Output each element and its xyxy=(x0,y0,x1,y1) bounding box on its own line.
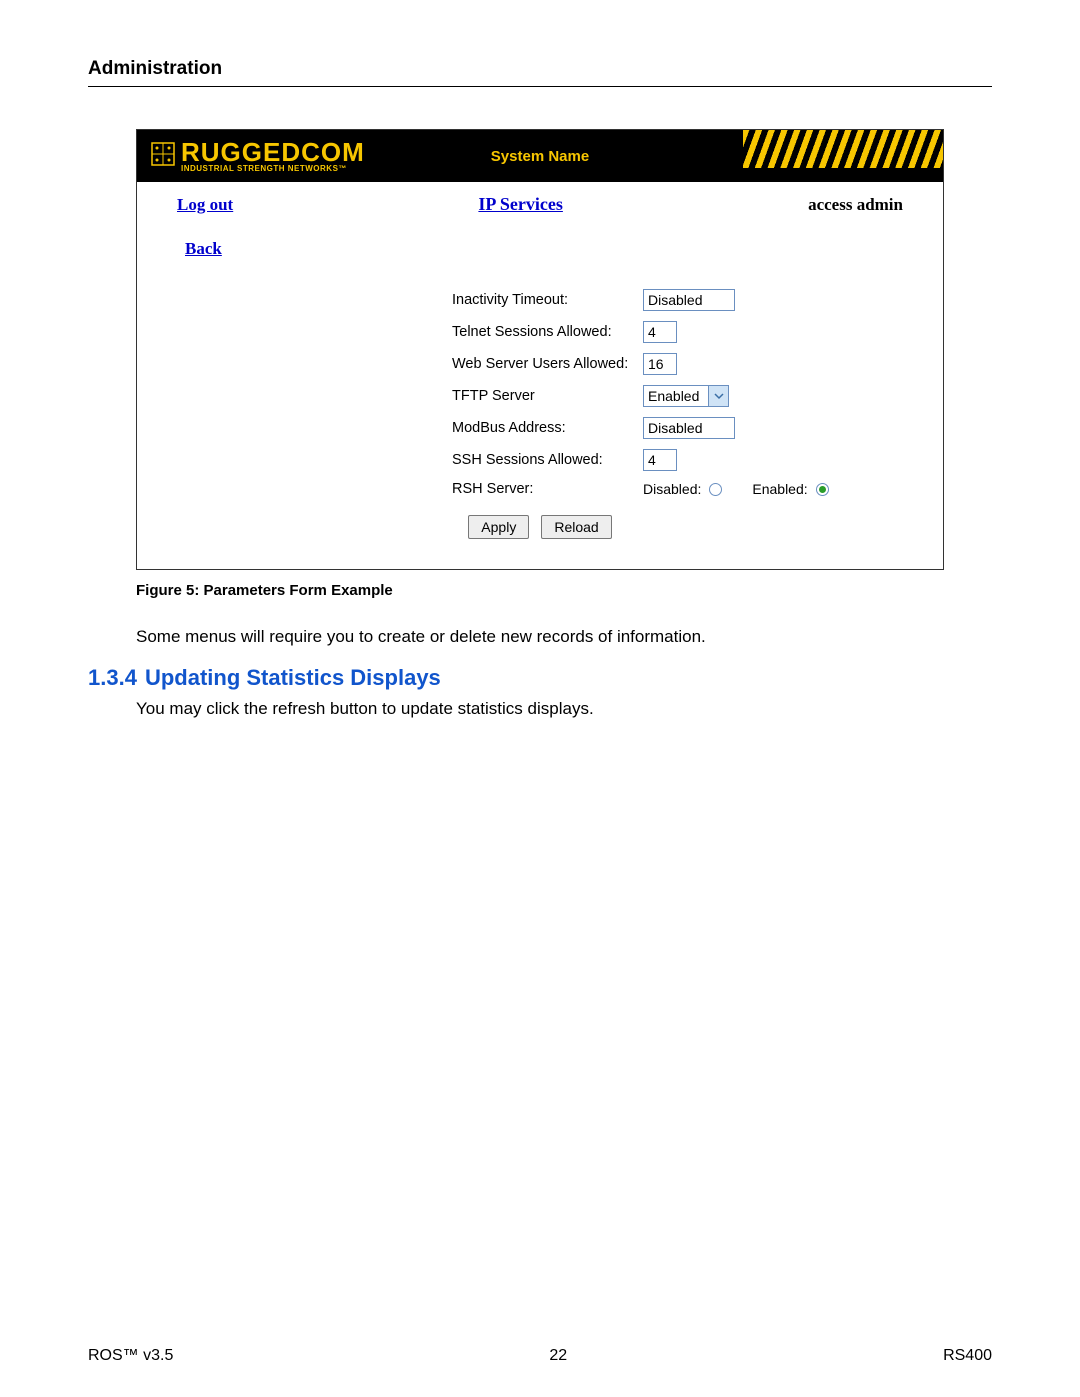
label-tftp-server: TFTP Server xyxy=(137,388,637,404)
footer-center: 22 xyxy=(549,1347,567,1365)
chevron-down-icon xyxy=(708,386,728,406)
form-area: Inactivity Timeout: Telnet Sessions Allo… xyxy=(137,269,943,569)
ip-services-link[interactable]: IP Services xyxy=(478,194,562,215)
section-number: 1.3.4 xyxy=(88,665,137,690)
access-label: access admin xyxy=(808,195,903,215)
logo-sub-text: INDUSTRIAL STRENGTH NETWORKS™ xyxy=(181,165,365,173)
select-tftp-server[interactable]: Enabled xyxy=(643,385,729,407)
radio-rsh-enabled[interactable] xyxy=(816,483,829,496)
radio-label-disabled: Disabled: xyxy=(643,481,701,497)
row-rsh-server: RSH Server: Disabled: Enabled: xyxy=(137,481,943,497)
label-telnet-sessions: Telnet Sessions Allowed: xyxy=(137,324,637,340)
input-telnet-sessions[interactable] xyxy=(643,321,677,343)
app-header-bar: RUGGEDCOM INDUSTRIAL STRENGTH NETWORKS™ … xyxy=(137,130,943,182)
row-telnet-sessions: Telnet Sessions Allowed: xyxy=(137,321,943,343)
logo: RUGGEDCOM INDUSTRIAL STRENGTH NETWORKS™ xyxy=(137,139,365,173)
row-tftp-server: TFTP Server Enabled xyxy=(137,385,943,407)
nav-row: Log out IP Services access admin xyxy=(137,182,943,223)
section-heading: 1.3.4 Updating Statistics Displays xyxy=(88,665,992,691)
system-name-label: System Name xyxy=(491,148,589,165)
input-ssh-sessions[interactable] xyxy=(643,449,677,471)
radio-rsh-disabled[interactable] xyxy=(709,483,722,496)
label-modbus-address: ModBus Address: xyxy=(137,420,637,436)
input-inactivity-timeout[interactable] xyxy=(643,289,735,311)
header-hatch-pattern xyxy=(743,130,943,168)
paragraph-2: You may click the refresh button to upda… xyxy=(136,699,992,719)
radio-dot-icon xyxy=(819,486,826,493)
row-modbus-address: ModBus Address: xyxy=(137,417,943,439)
select-tftp-server-value: Enabled xyxy=(644,388,708,404)
logo-main-text: RUGGEDCOM xyxy=(181,139,365,165)
row-web-server-users: Web Server Users Allowed: xyxy=(137,353,943,375)
footer-left: ROS™ v3.5 xyxy=(88,1347,173,1365)
label-ssh-sessions: SSH Sessions Allowed: xyxy=(137,452,637,468)
reload-button[interactable]: Reload xyxy=(541,515,611,539)
page-footer: ROS™ v3.5 22 RS400 xyxy=(88,1347,992,1365)
apply-button[interactable]: Apply xyxy=(468,515,529,539)
label-inactivity-timeout: Inactivity Timeout: xyxy=(137,292,637,308)
parameters-form-figure: RUGGEDCOM INDUSTRIAL STRENGTH NETWORKS™ … xyxy=(136,129,944,570)
logo-icon xyxy=(151,142,175,171)
input-modbus-address[interactable] xyxy=(643,417,735,439)
label-web-server-users: Web Server Users Allowed: xyxy=(137,356,637,372)
logout-link[interactable]: Log out xyxy=(177,195,233,215)
row-ssh-sessions: SSH Sessions Allowed: xyxy=(137,449,943,471)
figure-caption: Figure 5: Parameters Form Example xyxy=(136,582,992,599)
label-rsh-server: RSH Server: xyxy=(137,481,637,497)
radio-label-enabled: Enabled: xyxy=(752,481,807,497)
back-link[interactable]: Back xyxy=(185,239,222,258)
row-inactivity-timeout: Inactivity Timeout: xyxy=(137,289,943,311)
input-web-server-users[interactable] xyxy=(643,353,677,375)
footer-right: RS400 xyxy=(943,1347,992,1365)
page-header: Administration xyxy=(88,58,992,87)
section-title: Updating Statistics Displays xyxy=(145,665,441,690)
paragraph-1: Some menus will require you to create or… xyxy=(136,627,992,647)
